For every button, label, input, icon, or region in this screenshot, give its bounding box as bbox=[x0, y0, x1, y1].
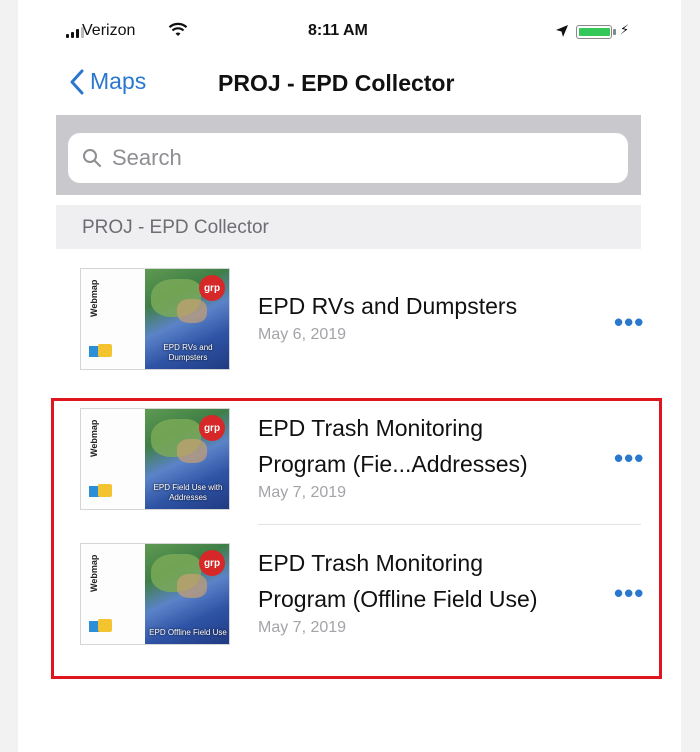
group-badge: grp bbox=[199, 550, 225, 576]
status-bar: Verizon 8:11 AM ⚡ bbox=[18, 0, 681, 62]
thumbnail-type-label: Webmap bbox=[89, 419, 99, 457]
group-badge: grp bbox=[199, 415, 225, 441]
carrier-label: Verizon bbox=[82, 22, 136, 39]
folder-icon bbox=[89, 344, 112, 357]
section-header: PROJ - EPD Collector bbox=[56, 205, 641, 249]
map-thumbnail: Webmap grp EPD Offline Field Use bbox=[80, 543, 230, 645]
more-options-button[interactable]: ••• bbox=[614, 309, 644, 335]
item-date: May 6, 2019 bbox=[258, 326, 347, 343]
battery-icon bbox=[576, 25, 616, 39]
more-options-button[interactable]: ••• bbox=[614, 580, 644, 606]
item-title-line-2: Program (Fie...Addresses) bbox=[258, 451, 528, 477]
map-list-item[interactable]: Webmap grp EPD Offline Field Use EPD Tra… bbox=[56, 535, 644, 660]
navigation-bar: Maps PROJ - EPD Collector bbox=[18, 62, 681, 112]
search-box[interactable] bbox=[68, 133, 628, 183]
row-divider bbox=[258, 524, 641, 525]
back-label: Maps bbox=[90, 68, 147, 94]
phone-screen: Verizon 8:11 AM ⚡ Maps PROJ - EPD Collec… bbox=[18, 0, 681, 752]
thumbnail-caption: EPD Field Use with Addresses bbox=[153, 483, 223, 502]
page-title: PROJ - EPD Collector bbox=[218, 70, 455, 96]
search-bar bbox=[56, 115, 641, 195]
thumbnail-caption: EPD Offline Field Use bbox=[149, 628, 227, 637]
item-title-line-1: EPD Trash Monitoring bbox=[258, 415, 483, 441]
map-list-item[interactable]: Webmap grp EPD RVs and Dumpsters EPD RVs… bbox=[56, 260, 644, 380]
section-header-label: PROJ - EPD Collector bbox=[82, 217, 269, 238]
thumbnail-type-label: Webmap bbox=[89, 554, 99, 592]
map-list-item[interactable]: Webmap grp EPD Field Use with Addresses … bbox=[56, 400, 644, 525]
item-title-line-1: EPD Trash Monitoring bbox=[258, 550, 483, 576]
chevron-left-icon bbox=[70, 69, 84, 94]
folder-icon bbox=[89, 619, 112, 632]
clock: 8:11 AM bbox=[308, 22, 368, 39]
search-icon bbox=[83, 149, 101, 167]
item-date: May 7, 2019 bbox=[258, 619, 347, 636]
search-input[interactable] bbox=[110, 144, 594, 172]
thumbnail-caption: EPD RVs and Dumpsters bbox=[163, 343, 213, 362]
group-badge: grp bbox=[199, 275, 225, 301]
item-title: EPD RVs and Dumpsters bbox=[258, 293, 518, 319]
map-thumbnail: Webmap grp EPD RVs and Dumpsters bbox=[80, 268, 230, 370]
location-arrow-icon bbox=[555, 24, 569, 43]
wifi-icon bbox=[168, 22, 188, 43]
item-title-line-2: Program (Offline Field Use) bbox=[258, 586, 538, 612]
more-options-button[interactable]: ••• bbox=[614, 445, 644, 471]
folder-icon bbox=[89, 484, 112, 497]
item-date: May 7, 2019 bbox=[258, 484, 347, 501]
thumbnail-type-label: Webmap bbox=[89, 279, 99, 317]
map-thumbnail: Webmap grp EPD Field Use with Addresses bbox=[80, 408, 230, 510]
back-button[interactable]: Maps bbox=[70, 68, 146, 95]
charging-bolt-icon: ⚡ bbox=[620, 22, 630, 37]
